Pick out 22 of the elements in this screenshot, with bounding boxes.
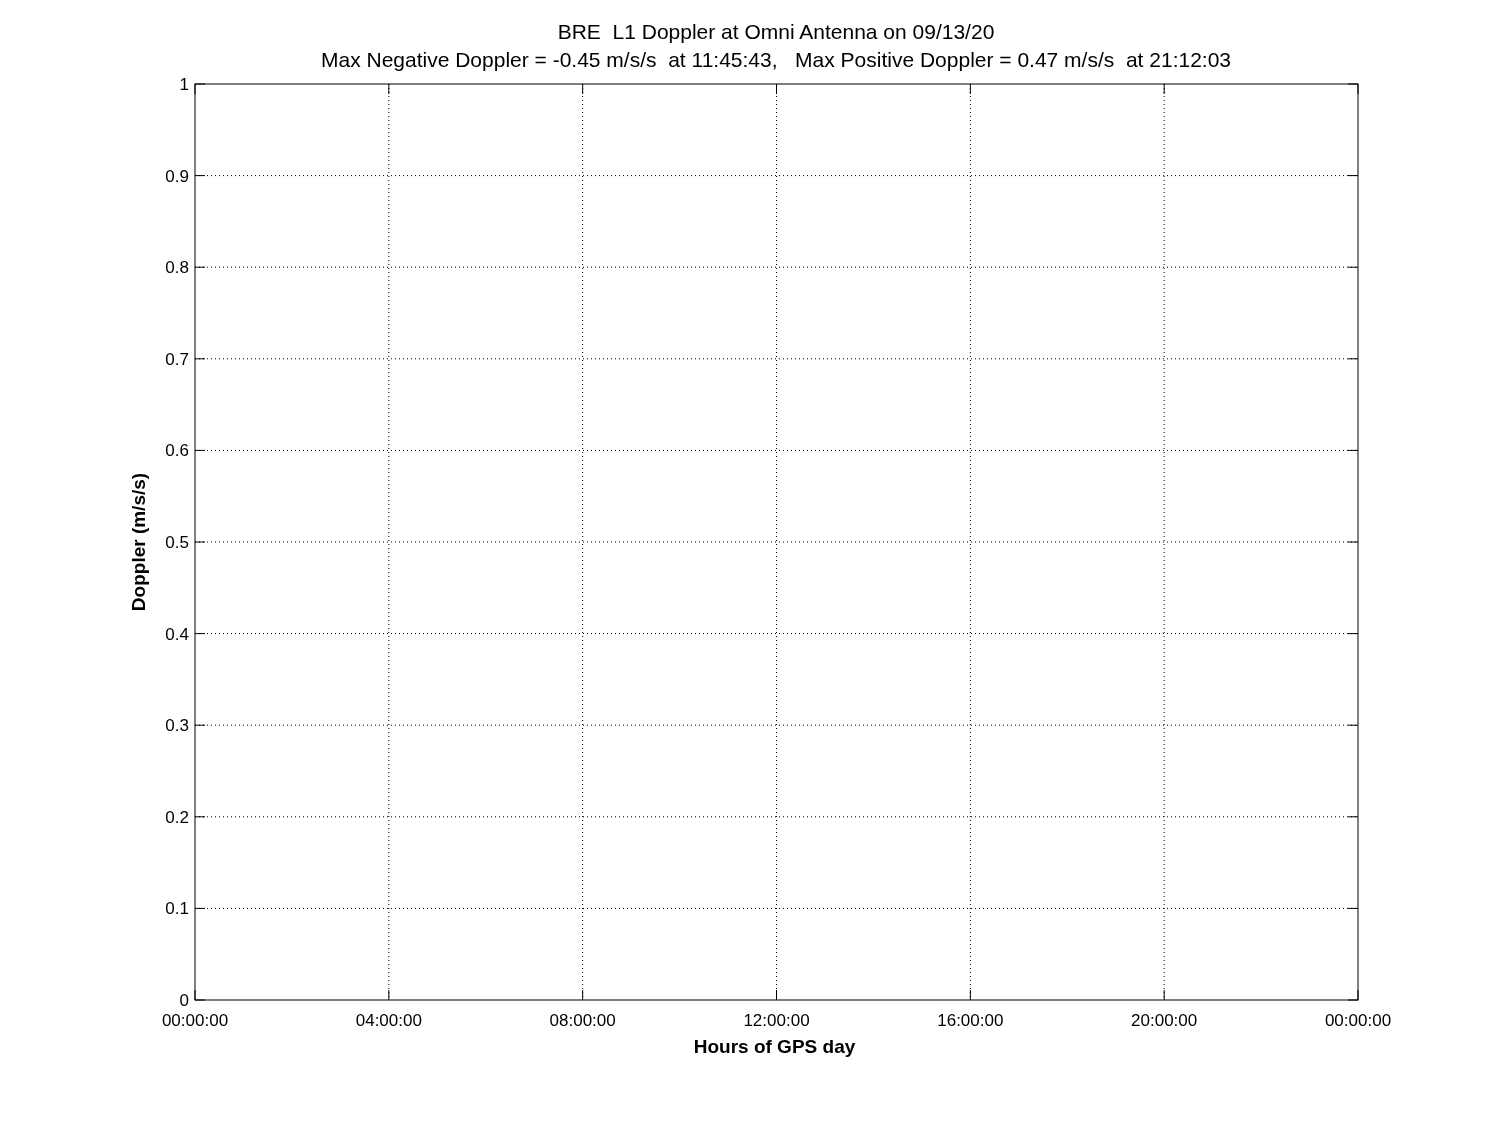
y-tick-label: 0.7	[165, 349, 189, 369]
x-axis-label: Hours of GPS day	[693, 1036, 856, 1057]
x-tick-label: 00:00:00	[161, 1011, 229, 1030]
chart-title: BRE L1 Doppler at Omni Antenna on 09/13/20	[557, 20, 995, 43]
y-tick-label: 0.5	[165, 533, 189, 552]
y-tick-label: 0.3	[165, 716, 189, 736]
x-tick-label: 12:00:00	[743, 1011, 810, 1030]
y-tick-label: 0.6	[165, 441, 189, 461]
x-tick-label: 08:00:00	[549, 1011, 616, 1030]
x-tick-label: 16:00:00	[937, 1011, 1004, 1030]
y-tick-label: 0.8	[165, 258, 189, 278]
chart-subtitle: Max Negative Doppler = -0.45 m/s/s at 11:45:43, Max Positive Doppler = 0.47 m/s/s at 21:12:03	[320, 48, 1232, 71]
y-tick-label: 1	[179, 75, 189, 94]
y-tick-label: 0	[179, 991, 189, 1010]
y-tick-label: 0.1	[165, 899, 189, 919]
y-tick-label: 0.2	[165, 807, 189, 827]
y-tick-label: 0.4	[165, 624, 189, 644]
x-tick-label: 00:00:00	[1324, 1011, 1392, 1030]
x-tick-label: 04:00:00	[355, 1011, 422, 1030]
y-axis-label: Doppler (m/s/s)	[128, 472, 149, 612]
y-tick-label: 0.9	[165, 166, 189, 186]
x-tick-label: 20:00:00	[1131, 1011, 1198, 1030]
